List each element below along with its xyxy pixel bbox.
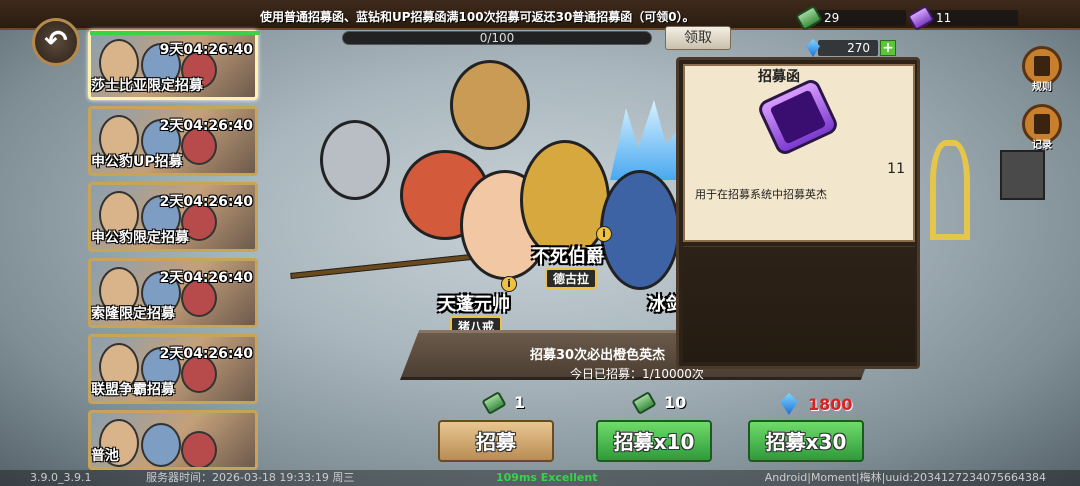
item-title: 招募函 <box>758 69 800 85</box>
banner-timer: 2天04:26:40 <box>159 346 253 362</box>
hero-name: 不死伯爵 <box>532 246 604 267</box>
banner-item[interactable]: 普池 <box>88 410 258 470</box>
recruit-screen: 使用普通招募函、蓝钻和UP招募函满100次招募可返还30普通招募函（可领0）。 … <box>0 0 1080 486</box>
green-scroll-icon <box>631 390 657 415</box>
cost-single: 1 <box>481 390 526 415</box>
notice-text: 使用普通招募函、蓝钻和UP招募函满100次招募可返还30普通招募函（可领0）。 <box>260 10 695 24</box>
network-status: 109ms Excellent <box>496 471 598 484</box>
server-time-text: 服务器时间：2026-03-18 19:33:19 周三 <box>146 471 355 484</box>
hero-tag: 德古拉 <box>545 268 598 289</box>
cost-ten-value: 10 <box>664 393 687 412</box>
banner-item[interactable]: 2天04:26:40 申公豹UP招募 <box>88 106 258 176</box>
version-text: 3.9.0_3.9.1 <box>30 471 92 484</box>
rules-icon <box>1034 56 1050 76</box>
hero-figure <box>320 120 390 200</box>
cost-thirty-value: 1800 <box>808 394 853 414</box>
green-scroll-resource: 29 <box>794 4 906 32</box>
progress-text: 0/100 <box>479 31 515 45</box>
banner-item[interactable]: 2天04:26:40 联盟争霸招募 <box>88 334 258 404</box>
claim-button[interactable]: 领取 <box>665 26 731 50</box>
debug-footer: 3.9.0_3.9.1 服务器时间：2026-03-18 19:33:19 周三… <box>0 470 1080 486</box>
cost-single-value: 1 <box>514 393 526 412</box>
gem-count: 270 <box>818 40 878 56</box>
banner-art <box>181 431 217 467</box>
purple-scroll-count: 11 <box>928 10 1018 26</box>
purple-scroll-icon <box>755 76 841 158</box>
add-gems-button[interactable]: + <box>880 40 896 56</box>
purple-scroll-icon <box>906 4 936 32</box>
info-icon[interactable]: i <box>596 226 612 242</box>
cost-ten: 10 <box>631 390 687 415</box>
banner-name: 申公豹UP招募 <box>91 154 183 170</box>
guarantee-text: 招募30次必出橙色英杰 <box>530 348 666 363</box>
gem-icon <box>780 393 798 415</box>
item-description: 用于在招募系统中招募英杰 <box>695 188 827 201</box>
banner-timer: 9天04:26:40 <box>159 42 253 58</box>
banner-item[interactable]: 2天04:26:40 索隆限定招募 <box>88 258 258 328</box>
harp-prop <box>930 140 970 240</box>
banner-name: 莎士比亚限定招募 <box>91 78 203 94</box>
hero-figure <box>450 60 530 150</box>
banner-name: 索隆限定招募 <box>91 306 175 322</box>
rules-label: 规则 <box>1032 82 1052 93</box>
green-scroll-icon <box>794 4 824 32</box>
axe-prop <box>1000 150 1045 200</box>
records-label: 记录 <box>1032 140 1052 151</box>
item-count: 11 <box>887 161 905 177</box>
item-panel-footer <box>683 246 915 362</box>
banner-list[interactable]: 9天04:26:40 莎士比亚限定招募 2天04:26:40 申公豹UP招募 2… <box>88 30 260 476</box>
banner-name: 普池 <box>91 448 119 464</box>
banner-name: 申公豹限定招募 <box>91 230 189 246</box>
purple-scroll-resource: 11 <box>906 4 1018 32</box>
recruit-30-button[interactable]: 招募x30 <box>748 420 864 462</box>
hero-figure <box>600 170 680 290</box>
recruit-progress-bar: 0/100 <box>342 31 652 45</box>
banner-item[interactable]: 9天04:26:40 莎士比亚限定招募 <box>88 30 258 100</box>
item-info-area: 招募函 11 用于在招募系统中招募英杰 <box>683 64 915 242</box>
banner-timer: 2天04:26:40 <box>159 118 253 134</box>
item-tooltip-panel: 招募函 11 用于在招募系统中招募英杰 <box>676 57 920 369</box>
banner-name: 联盟争霸招募 <box>91 382 175 398</box>
cost-thirty: 1800 <box>780 393 853 415</box>
green-scroll-icon <box>481 390 507 415</box>
gem-resource: 270 + <box>806 38 896 58</box>
banner-timer: 2天04:26:40 <box>159 270 253 286</box>
selected-indicator <box>90 31 260 35</box>
back-button[interactable]: ↶ <box>32 18 80 66</box>
hero-name: 天蓬元帅 <box>438 294 510 315</box>
back-arrow-icon: ↶ <box>44 24 68 57</box>
green-scroll-count: 29 <box>816 10 906 26</box>
device-info: Android|Moment|梅林|uuid:20341272340756643… <box>764 471 1046 484</box>
recruit-10-button[interactable]: 招募x10 <box>596 420 712 462</box>
banner-art <box>141 423 181 467</box>
banner-timer: 2天04:26:40 <box>159 194 253 210</box>
recruit-1-button[interactable]: 招募 <box>438 420 554 462</box>
banner-item[interactable]: 2天04:26:40 申公豹限定招募 <box>88 182 258 252</box>
records-icon <box>1034 114 1050 134</box>
